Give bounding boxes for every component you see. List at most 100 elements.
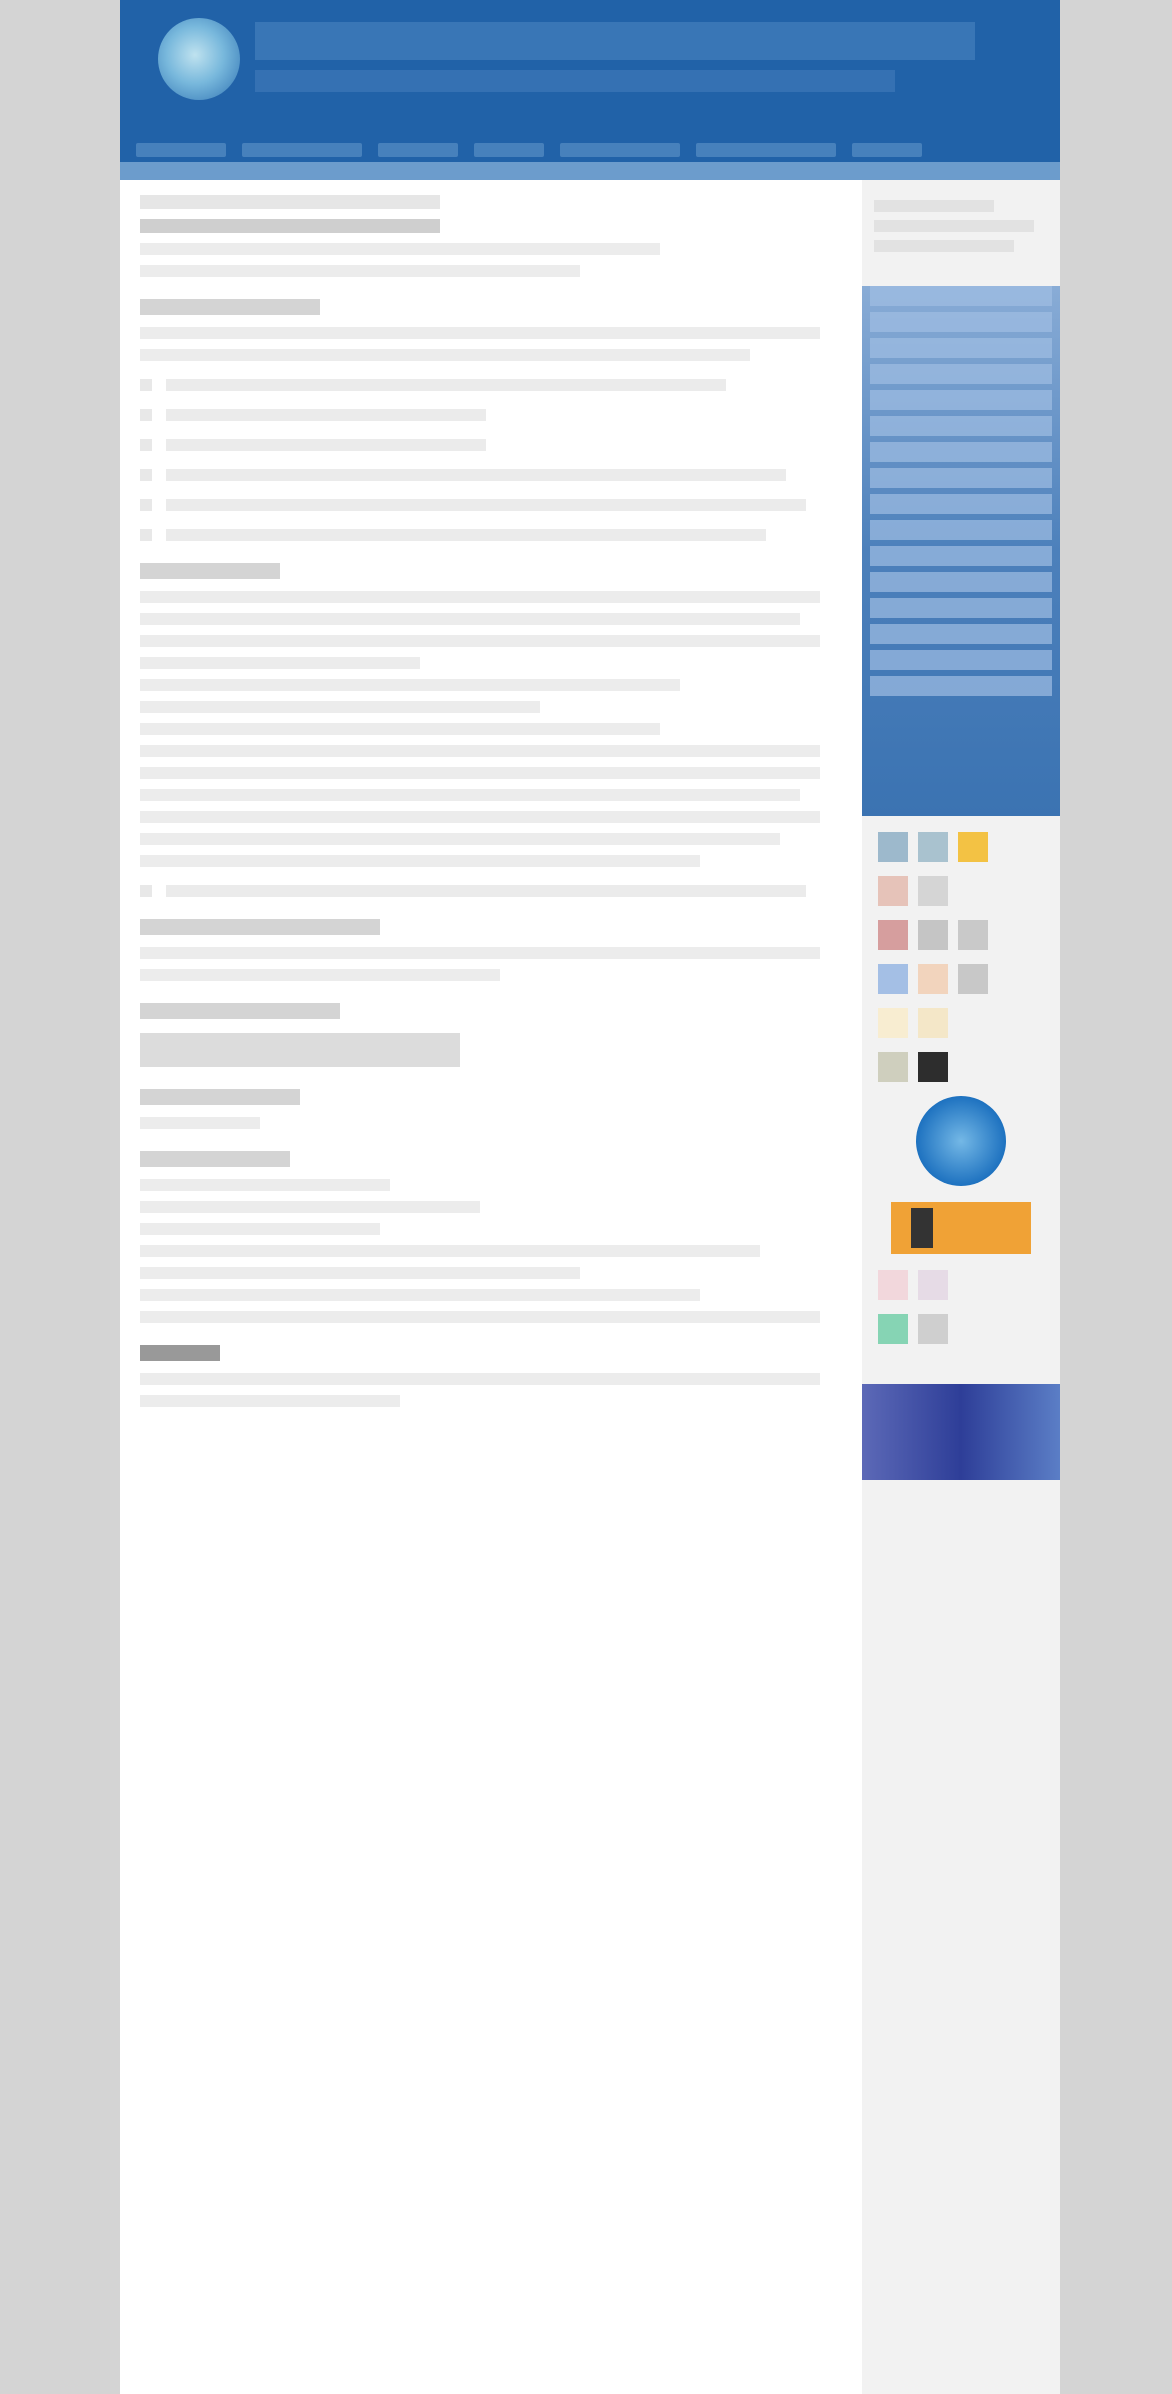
partner-icon[interactable] <box>958 964 988 994</box>
sidebar-menu-item[interactable] <box>870 442 1052 462</box>
bullet-icon <box>140 499 152 511</box>
partner-icon[interactable] <box>918 920 948 950</box>
list-item <box>140 469 840 481</box>
sidebar-menu-item[interactable] <box>870 338 1052 358</box>
sidebar-icons <box>862 832 1060 1344</box>
text-line <box>140 767 820 779</box>
text-line <box>140 723 660 735</box>
partner-icon[interactable] <box>918 1008 948 1038</box>
sidebar-icon-row <box>878 1270 1044 1300</box>
partner-icon[interactable] <box>958 832 988 862</box>
site-logo-icon[interactable] <box>158 18 240 100</box>
text-line <box>140 1373 820 1385</box>
main-navigation <box>120 138 1076 162</box>
text-line <box>140 1267 580 1279</box>
sidebar-menu-item[interactable] <box>870 624 1052 644</box>
main-content <box>140 185 840 2385</box>
sidebar-icon-row <box>878 920 1044 950</box>
bullet-icon <box>140 469 152 481</box>
partner-icon[interactable] <box>918 832 948 862</box>
text-line <box>140 969 500 981</box>
list-item-text <box>166 409 486 421</box>
text-line <box>140 811 820 823</box>
logo-mark <box>911 1208 933 1248</box>
list-item-text <box>166 529 766 541</box>
sidebar-menu-item[interactable] <box>870 598 1052 618</box>
nav-item[interactable] <box>474 143 544 157</box>
partner-icon[interactable] <box>958 920 988 950</box>
list-item <box>140 379 840 391</box>
nav-item[interactable] <box>852 143 922 157</box>
list-item-text <box>166 469 786 481</box>
sidebar-icon-row <box>878 832 1044 862</box>
nav-item[interactable] <box>696 143 836 157</box>
nav-item[interactable] <box>378 143 458 157</box>
sidebar-banner[interactable] <box>862 1384 1060 1480</box>
partner-icon[interactable] <box>918 1052 948 1082</box>
site-header <box>120 0 1060 180</box>
partner-icon[interactable] <box>878 964 908 994</box>
sidebar-menu-item[interactable] <box>870 572 1052 592</box>
sidebar-text-line <box>874 200 994 212</box>
list-item-text <box>166 885 806 897</box>
sidebar-menu-item[interactable] <box>870 364 1052 384</box>
list-item-text <box>166 499 806 511</box>
bullet-icon <box>140 439 152 451</box>
sidebar-menu-item[interactable] <box>870 286 1052 306</box>
partner-icon[interactable] <box>918 876 948 906</box>
text-line <box>140 265 580 277</box>
sidebar <box>862 180 1060 2394</box>
section-heading <box>140 563 280 579</box>
orange-partner-logo[interactable] <box>891 1202 1031 1254</box>
text-line <box>140 1117 260 1129</box>
partner-icon[interactable] <box>878 1008 908 1038</box>
partner-icon[interactable] <box>918 964 948 994</box>
nav-item[interactable] <box>242 143 362 157</box>
partner-icon[interactable] <box>918 1314 948 1344</box>
partner-icon[interactable] <box>878 1314 908 1344</box>
article-title-line <box>140 195 440 209</box>
sidebar-icon-row <box>878 1008 1044 1038</box>
sidebar-menu-item[interactable] <box>870 676 1052 696</box>
text-line <box>140 349 750 361</box>
sidebar-icon-row <box>878 1314 1044 1344</box>
media-block <box>140 1033 460 1067</box>
text-line <box>140 243 660 255</box>
section-heading <box>140 1089 300 1105</box>
sidebar-icon-row <box>878 964 1044 994</box>
globe-icon[interactable] <box>916 1096 1006 1186</box>
sidebar-menu-item[interactable] <box>870 416 1052 436</box>
text-line <box>140 745 820 757</box>
sidebar-menu-item[interactable] <box>870 494 1052 514</box>
sidebar-menu-item[interactable] <box>870 390 1052 410</box>
partner-icon[interactable] <box>878 1052 908 1082</box>
section-heading <box>140 299 320 315</box>
section-heading <box>140 1003 340 1019</box>
nav-item[interactable] <box>560 143 680 157</box>
sidebar-menu-item[interactable] <box>870 468 1052 488</box>
sidebar-menu-item[interactable] <box>870 520 1052 540</box>
list-item-text <box>166 379 726 391</box>
partner-icon[interactable] <box>878 876 908 906</box>
text-line <box>140 657 420 669</box>
partner-icon[interactable] <box>878 1270 908 1300</box>
sidebar-icon-row <box>878 1052 1044 1082</box>
text-line <box>140 789 800 801</box>
sidebar-menu <box>862 286 1060 816</box>
partner-icon[interactable] <box>918 1270 948 1300</box>
sidebar-text-line <box>874 240 1014 252</box>
article-title-line <box>140 219 440 233</box>
sidebar-menu-item[interactable] <box>870 312 1052 332</box>
partner-icon[interactable] <box>878 920 908 950</box>
list-item <box>140 499 840 511</box>
sidebar-menu-item[interactable] <box>870 546 1052 566</box>
nav-item[interactable] <box>136 143 226 157</box>
partner-icon[interactable] <box>878 832 908 862</box>
text-line <box>140 1179 390 1191</box>
text-line <box>140 1311 820 1323</box>
bullet-icon <box>140 379 152 391</box>
sidebar-menu-item[interactable] <box>870 650 1052 670</box>
list-item <box>140 885 840 897</box>
site-subtitle <box>255 70 895 92</box>
header-strip <box>120 162 1060 180</box>
